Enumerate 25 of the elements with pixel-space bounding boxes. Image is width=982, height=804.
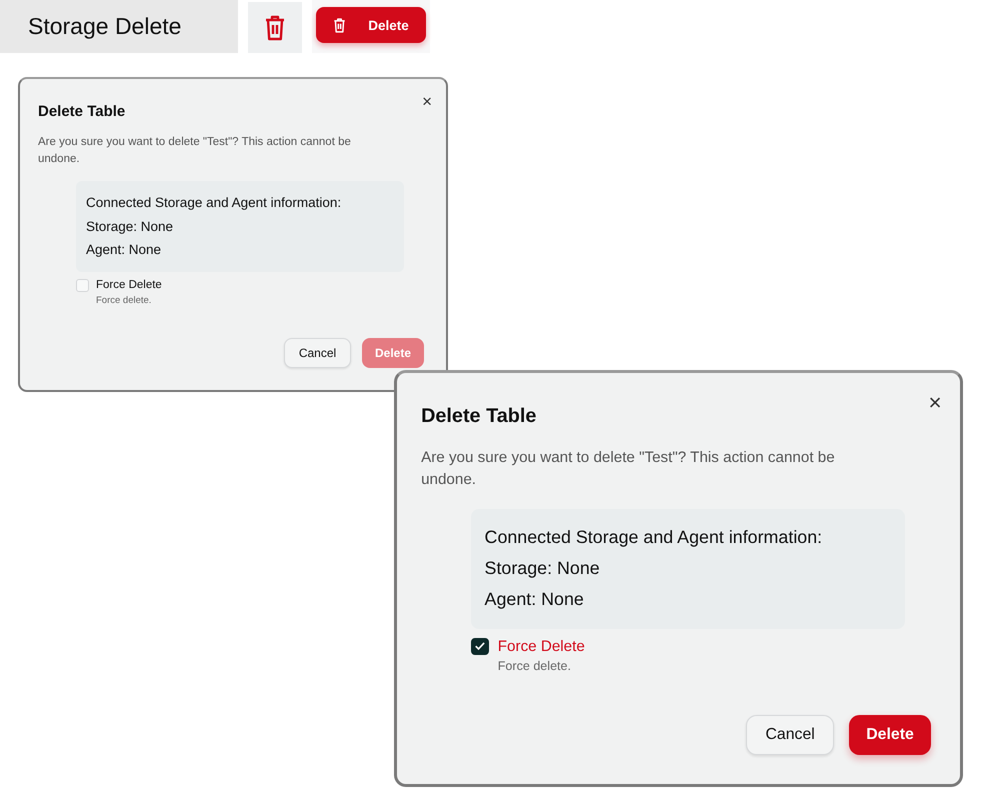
close-button[interactable]: × — [422, 93, 432, 110]
trash-icon[interactable] — [264, 14, 286, 40]
force-delete-checkbox[interactable] — [471, 638, 489, 655]
cancel-button[interactable]: Cancel — [746, 715, 834, 755]
close-button[interactable]: × — [928, 392, 942, 414]
cancel-button[interactable]: Cancel — [284, 338, 351, 368]
checkmark-icon — [474, 640, 486, 652]
checkbox-label[interactable]: Force Delete — [96, 278, 162, 292]
delete-button[interactable]: Delete — [316, 7, 426, 43]
checkbox-label[interactable]: Force Delete — [498, 636, 585, 656]
dialog-message: Are you sure you want to delete "Test"? This action cannot be undone. — [421, 448, 836, 490]
checkbox-hint: Force delete. — [96, 294, 152, 306]
delete-button[interactable]: Delete — [849, 715, 932, 755]
info-line: Agent: None — [86, 241, 162, 259]
dialog-title: Delete Table — [38, 103, 126, 120]
info-line: Agent: None — [484, 588, 585, 612]
checkbox-hint: Force delete. — [498, 658, 572, 673]
dialog-title: Delete Table — [421, 405, 536, 428]
info-line: Storage: None — [484, 557, 601, 580]
page-title: Storage Delete — [0, 0, 238, 53]
dialog-message: Are you sure you want to delete "Test"? This action cannot be undone. — [38, 135, 352, 167]
info-heading: Connected Storage and Agent information: — [86, 194, 342, 212]
trash-icon — [333, 18, 346, 32]
info-line: Storage: None — [86, 218, 174, 236]
info-heading: Connected Storage and Agent information: — [484, 526, 824, 550]
